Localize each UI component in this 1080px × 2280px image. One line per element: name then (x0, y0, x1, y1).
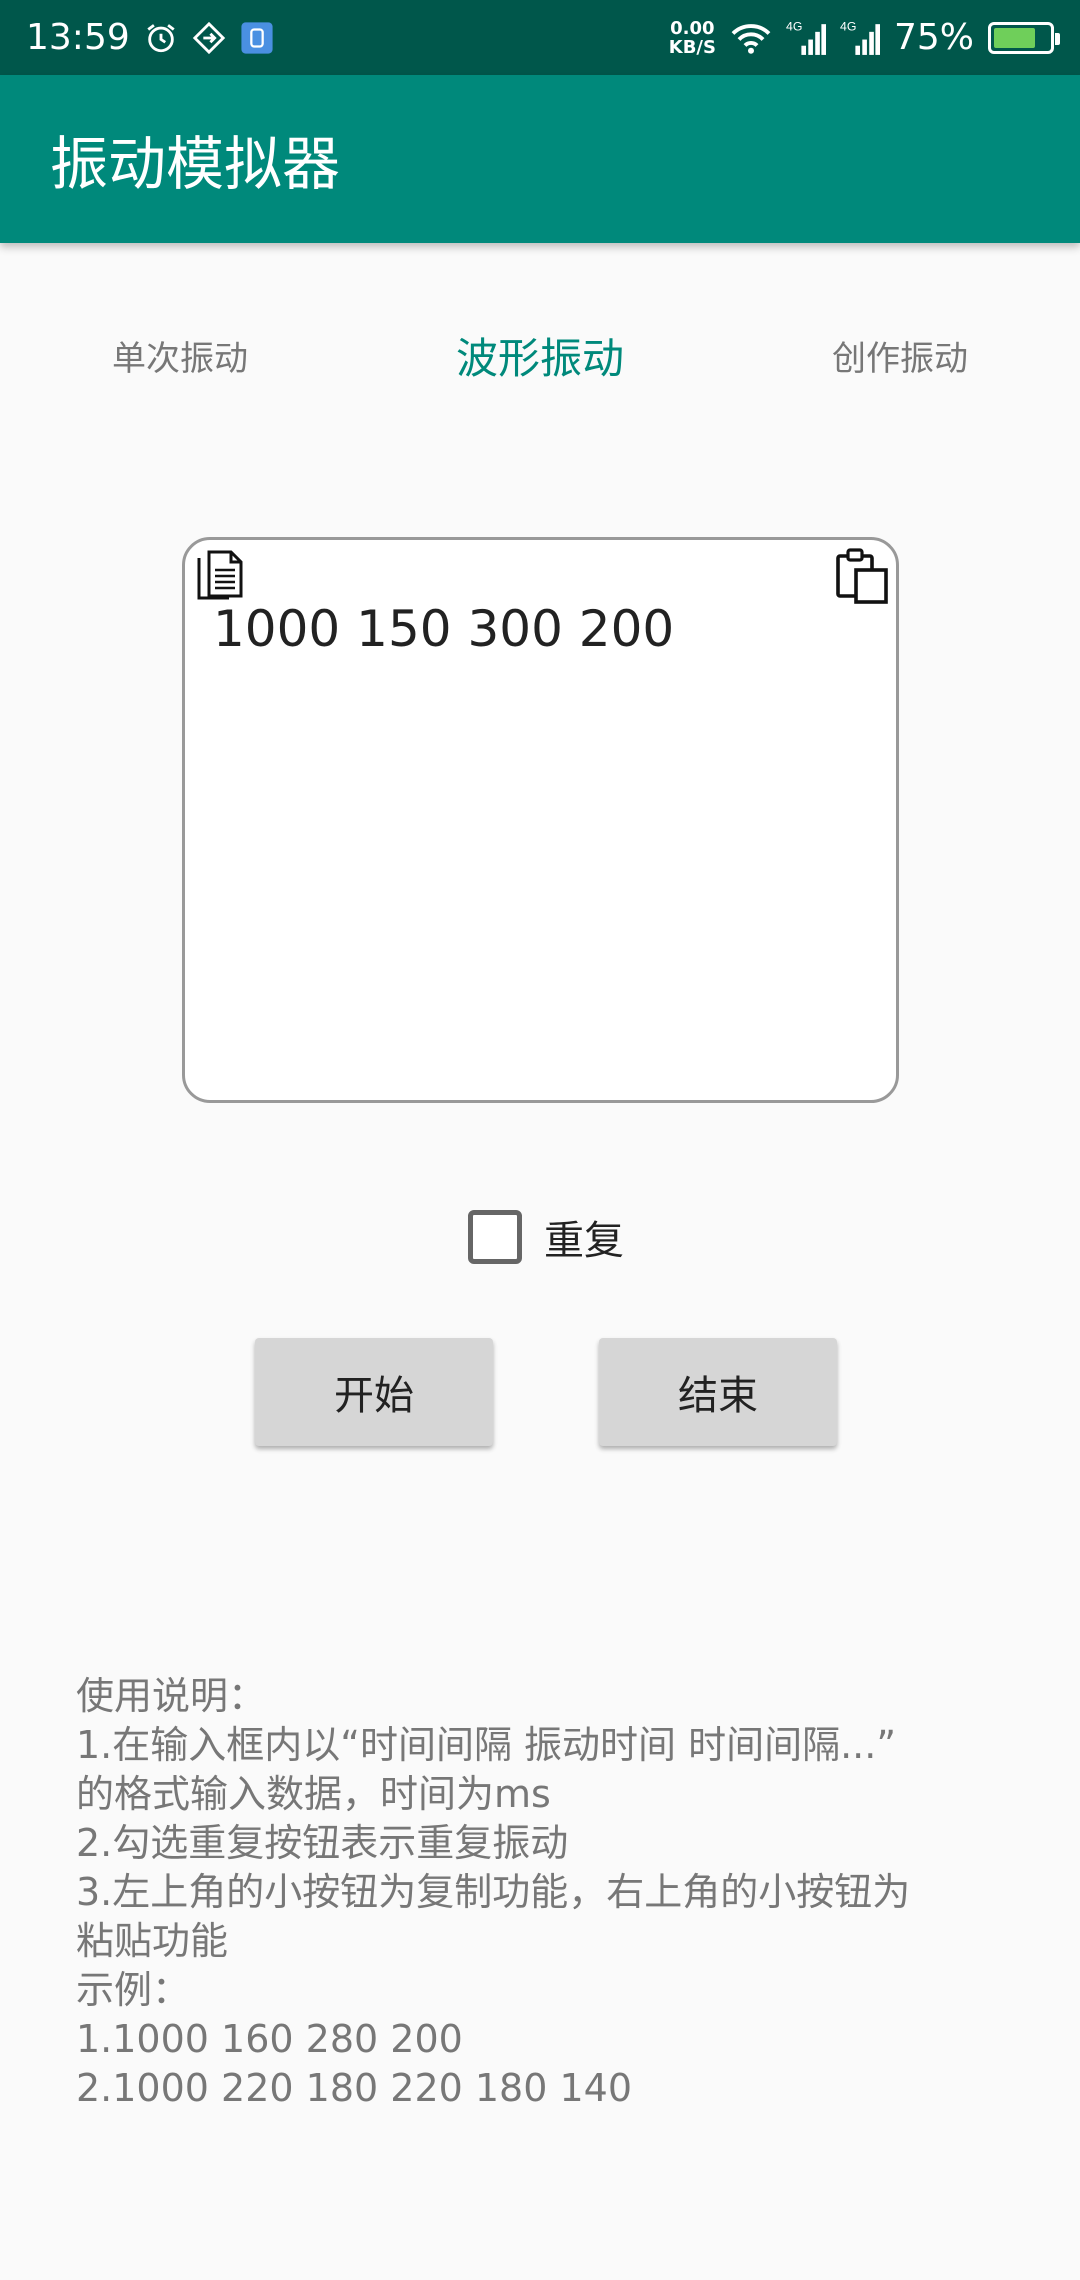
instruction-line: 1.1000 160 280 200 (76, 2017, 463, 2061)
status-bar-right: 0.00 KB/S 4G 4G 75% (669, 17, 1060, 58)
status-bar-left: 13:59 (26, 17, 274, 58)
instruction-line: 2.1000 220 180 220 180 140 (76, 2066, 633, 2110)
net-speed: 0.00 KB/S (669, 19, 716, 57)
app-bar: 振动模拟器 (0, 75, 1080, 243)
tab-label: 创作振动 (832, 338, 968, 379)
status-time: 13:59 (26, 17, 130, 58)
instruction-line: 使用说明： (76, 1674, 267, 1718)
tab-bar: 单次振动 波形振动 创作振动 (0, 295, 1080, 415)
start-button[interactable]: 开始 (255, 1338, 493, 1446)
status-bar: 13:59 0.00 KB/S 4G 4G 75% (0, 0, 1080, 75)
signal-label-2: 4G (840, 19, 856, 33)
repeat-label: 重复 (544, 1218, 624, 1264)
wifi-icon (730, 21, 772, 55)
alarm-icon (144, 21, 178, 55)
paste-icon[interactable] (836, 548, 888, 604)
tab-single-vibration[interactable]: 单次振动 (0, 295, 360, 415)
input-value: 1000 150 300 200 (213, 600, 675, 658)
net-speed-unit: KB/S (668, 36, 716, 58)
stop-button-label: 结束 (678, 1373, 758, 1419)
battery-icon (988, 21, 1060, 54)
app-notification-icon (240, 21, 274, 55)
tab-create-vibration[interactable]: 创作振动 (720, 295, 1080, 415)
waveform-input[interactable]: 1000 150 300 200 (182, 537, 899, 1103)
start-button-label: 开始 (334, 1373, 414, 1419)
instructions: 使用说明： 1.在输入框内以“时间间隔 振动时间 时间间隔...” 的格式输入数… (76, 1672, 1036, 2113)
instruction-line: 3.左上角的小按钮为复制功能，右上角的小按钮为 (76, 1870, 911, 1914)
data-sync-icon (192, 21, 226, 55)
copy-icon[interactable] (197, 550, 243, 600)
instruction-line: 1.在输入框内以“时间间隔 振动时间 时间间隔...” (76, 1723, 897, 1767)
tab-label: 单次振动 (112, 338, 248, 379)
instruction-line: 粘贴功能 (76, 1919, 229, 1963)
battery-level (994, 27, 1035, 48)
instruction-line: 示例： (76, 1968, 191, 2012)
net-speed-value: 0.00 (670, 17, 715, 39)
tab-waveform-vibration[interactable]: 波形振动 (360, 295, 720, 415)
signal-label-1: 4G (786, 19, 802, 33)
tab-label: 波形振动 (455, 333, 624, 383)
signal-icon: 4G (786, 18, 826, 58)
stop-button[interactable]: 结束 (599, 1338, 837, 1446)
repeat-checkbox-row[interactable]: 重复 (468, 1205, 624, 1269)
instruction-line: 的格式输入数据，时间为ms (76, 1772, 551, 1816)
battery-percent: 75% (893, 17, 974, 58)
signal-icon-2: 4G (840, 18, 880, 58)
instruction-line: 2.勾选重复按钮表示重复振动 (76, 1821, 569, 1865)
app-title: 振动模拟器 (50, 130, 341, 198)
repeat-checkbox[interactable] (468, 1210, 522, 1264)
